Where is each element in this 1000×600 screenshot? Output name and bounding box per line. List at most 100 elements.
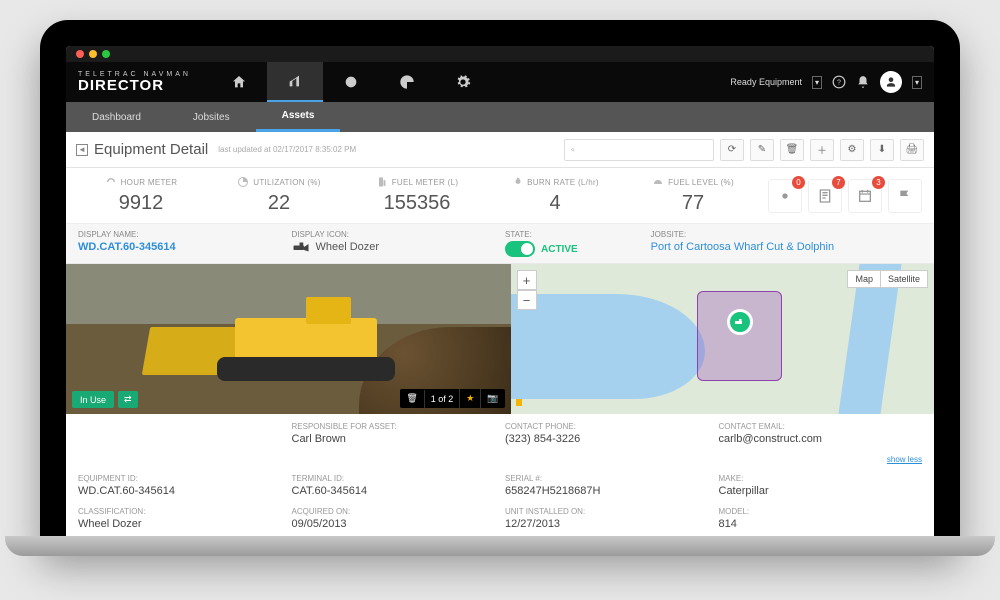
- kpi-burn-rate: BURN RATE (L/hr) 4: [492, 176, 618, 215]
- equipment-pin[interactable]: [727, 309, 753, 335]
- schedule-button[interactable]: 3: [848, 179, 882, 213]
- show-less-link[interactable]: show less: [887, 455, 922, 464]
- nav-timer[interactable]: [323, 62, 379, 102]
- geofence-zone: [697, 291, 782, 381]
- percent-icon: [237, 176, 249, 188]
- photo-delete-button[interactable]: 🗑: [400, 389, 423, 408]
- kpi-value: 9912: [119, 192, 164, 215]
- window-chrome: [66, 46, 934, 62]
- zoom-out-button[interactable]: −: [517, 290, 537, 310]
- kpi-value: 22: [268, 192, 290, 215]
- jobsite-map[interactable]: + − Map Satellite: [511, 264, 934, 414]
- brand-logo: TELETRAC NAVMAN DIRECTOR: [78, 71, 211, 93]
- state-text: ACTIVE: [541, 244, 578, 255]
- alert-badge: 7: [832, 176, 845, 189]
- make-value: Caterpillar: [719, 485, 923, 497]
- kpi-label: UTILIZATION (%): [253, 178, 320, 187]
- installed-label: UNIT INSTALLED ON:: [505, 507, 709, 516]
- serial-label: SERIAL #:: [505, 474, 709, 483]
- acquired-label: ACQUIRED ON:: [292, 507, 496, 516]
- kpi-label: FUEL LEVEL (%): [668, 178, 734, 187]
- kpi-label: FUEL METER (L): [392, 178, 459, 187]
- phone-value: (323) 854-3226: [505, 433, 709, 445]
- dozer-icon: [292, 241, 310, 253]
- jobsite-link[interactable]: Port of Cartoosa Wharf Cut & Dolphin: [651, 241, 922, 253]
- fuel-icon: [376, 176, 388, 188]
- page-title: ◄ Equipment Detail last updated at 02/17…: [76, 141, 356, 158]
- make-label: MAKE:: [719, 474, 923, 483]
- display-name-label: DISPLAY NAME:: [78, 230, 282, 239]
- kpi-label: BURN RATE (L/hr): [527, 178, 599, 187]
- model-label: MODEL:: [719, 507, 923, 516]
- dial-icon: [652, 176, 664, 188]
- company-name[interactable]: Ready Equipment: [730, 77, 802, 87]
- tab-jobsites[interactable]: Jobsites: [167, 102, 256, 132]
- kpi-fuel-level: FUEL LEVEL (%) 77: [630, 176, 756, 215]
- bell-icon[interactable]: [856, 75, 870, 89]
- checklist-button[interactable]: 7: [808, 179, 842, 213]
- tab-assets[interactable]: Assets: [256, 102, 341, 132]
- state-label: STATE:: [505, 230, 641, 239]
- acquired-value: 09/05/2013: [292, 518, 496, 530]
- delete-button[interactable]: 🗑: [780, 139, 804, 161]
- settings-button[interactable]: ⚙: [840, 139, 864, 161]
- display-name-link[interactable]: WD.CAT.60-345614: [78, 241, 282, 253]
- classification-label: CLASSIFICATION:: [78, 507, 282, 516]
- terminal-id-value: CAT.60-345614: [292, 485, 496, 497]
- responsible-label: RESPONSIBLE FOR ASSET:: [292, 422, 496, 431]
- nav-equipment[interactable]: [267, 62, 323, 102]
- installed-value: 12/27/2013: [505, 518, 709, 530]
- add-button[interactable]: ＋: [810, 139, 834, 161]
- kpi-fuel-meter: FUEL METER (L) 155356: [354, 176, 480, 215]
- company-menu-icon[interactable]: ▾: [812, 76, 822, 89]
- phone-label: CONTACT PHONE:: [505, 422, 709, 431]
- search-field[interactable]: [575, 144, 707, 155]
- email-value: carlb@construct.com: [719, 433, 923, 445]
- display-icon-text: Wheel Dozer: [316, 241, 380, 253]
- svg-text:?: ?: [837, 79, 841, 86]
- kpi-value: 155356: [384, 192, 451, 215]
- model-value: 814: [719, 518, 923, 530]
- tab-dashboard[interactable]: Dashboard: [66, 102, 167, 132]
- collapse-icon[interactable]: ◄: [76, 144, 88, 156]
- download-button[interactable]: ⬇: [870, 139, 894, 161]
- equipment-id-value: WD.CAT.60-345614: [78, 485, 282, 497]
- kpi-label: HOUR METER: [121, 178, 178, 187]
- zoom-in-button[interactable]: +: [517, 270, 537, 290]
- jobsite-label: JOBSITE:: [651, 230, 922, 239]
- close-dot[interactable]: [76, 50, 84, 58]
- nav-settings[interactable]: [435, 62, 491, 102]
- responsible-value: Carl Brown: [292, 433, 496, 445]
- page-title-text: Equipment Detail: [94, 141, 208, 158]
- maximize-dot[interactable]: [102, 50, 110, 58]
- kpi-utilization: UTILIZATION (%) 22: [216, 176, 342, 215]
- alert-badge: 0: [792, 176, 805, 189]
- alert-badge: 3: [872, 176, 885, 189]
- map-type-satellite[interactable]: Satellite: [881, 270, 928, 288]
- kpi-value: 77: [682, 192, 704, 215]
- refresh-button[interactable]: ⟳: [720, 139, 744, 161]
- in-use-badge: In Use: [72, 391, 114, 408]
- subnav: Dashboard Jobsites Assets: [66, 102, 934, 132]
- last-updated: last updated at 02/17/2017 8:35:02 PM: [218, 145, 356, 154]
- photo-camera-button[interactable]: 📷: [480, 389, 504, 408]
- alert-settings-button[interactable]: 0: [768, 179, 802, 213]
- user-avatar[interactable]: [880, 71, 902, 93]
- photo-counter: 1 of 2: [424, 390, 460, 408]
- display-icon-label: DISPLAY ICON:: [292, 230, 496, 239]
- search-input[interactable]: [564, 139, 714, 161]
- nav-reports[interactable]: [379, 62, 435, 102]
- help-icon[interactable]: ?: [832, 75, 846, 89]
- flag-button[interactable]: [888, 179, 922, 213]
- minimize-dot[interactable]: [89, 50, 97, 58]
- flame-icon: [511, 176, 523, 188]
- equipment-id-label: EQUIPMENT ID:: [78, 474, 282, 483]
- print-button[interactable]: 🖨: [900, 139, 924, 161]
- map-type-map[interactable]: Map: [847, 270, 881, 288]
- shuffle-button[interactable]: ⇄: [118, 391, 138, 408]
- nav-home[interactable]: [211, 62, 267, 102]
- photo-favorite-button[interactable]: ★: [459, 389, 480, 408]
- user-menu-icon[interactable]: ▾: [912, 76, 922, 89]
- state-toggle[interactable]: [505, 241, 535, 257]
- edit-button[interactable]: ✎: [750, 139, 774, 161]
